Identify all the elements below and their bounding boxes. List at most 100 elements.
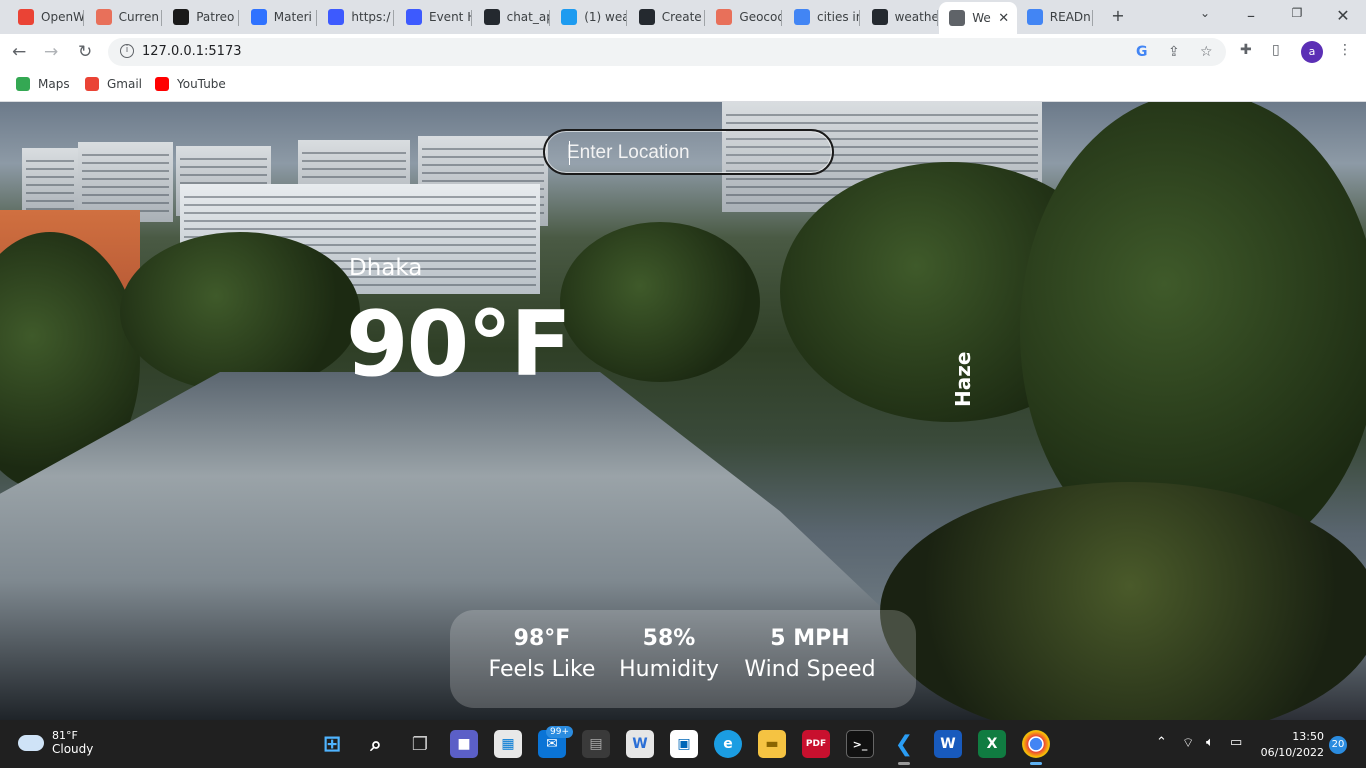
tab-separator <box>393 10 395 26</box>
bookmark-label: Maps <box>38 77 70 91</box>
weather-desc: Cloudy <box>52 742 94 756</box>
tree <box>120 232 360 392</box>
word-icon[interactable]: W <box>934 730 962 758</box>
share-icon[interactable]: ⇪ <box>1168 44 1180 60</box>
tab-label: Geocod <box>739 10 783 24</box>
tab-0[interactable]: OpenW <box>8 4 84 30</box>
weather-temp: 81°F <box>52 729 78 742</box>
address-bar[interactable]: i 127.0.0.1:5173 G ⇪ ☆ <box>108 38 1226 66</box>
wifi-icon[interactable]: ⌔ <box>1182 735 1194 751</box>
bookmark-label: YouTube <box>177 77 226 91</box>
tab-label: https:/ <box>351 10 391 24</box>
location-search[interactable] <box>543 129 834 175</box>
stat-label: Feels Like <box>488 657 596 682</box>
time: 13:50 <box>1292 730 1324 743</box>
back-icon[interactable]: ← <box>12 42 26 62</box>
reload-icon[interactable]: ↻ <box>78 42 92 62</box>
tab-6[interactable]: chat_ap <box>474 4 550 30</box>
mail-badge: 99+ <box>546 726 573 738</box>
start-icon[interactable]: ⊞ <box>318 730 346 758</box>
new-tab-icon[interactable]: + <box>1107 6 1129 25</box>
teams-icon[interactable]: ■ <box>450 730 478 758</box>
tab-13[interactable]: READn <box>1017 4 1093 30</box>
gmail-icon <box>18 9 34 25</box>
weather-condition: Haze <box>951 351 975 407</box>
github-icon <box>483 9 500 25</box>
riverbank <box>880 482 1366 720</box>
tab-4[interactable]: https:/ <box>318 4 395 30</box>
text-cursor <box>569 141 570 165</box>
forward-icon[interactable]: → <box>44 42 58 62</box>
chrome-icon[interactable] <box>1022 730 1050 758</box>
taskbar-weather[interactable]: 81°F Cloudy <box>18 729 93 756</box>
extensions-icon[interactable]: ✚ <box>1240 42 1252 58</box>
tab-separator <box>238 10 240 26</box>
bookmark-gmail[interactable]: Gmail <box>85 77 142 91</box>
minimize-icon[interactable]: – <box>1240 6 1262 25</box>
running-app-indicator <box>898 762 910 765</box>
tab-label: Create <box>661 10 702 24</box>
tab-label: READn <box>1049 10 1091 24</box>
restore-icon[interactable]: ❐ <box>1286 6 1308 20</box>
battery-icon[interactable]: ▭ <box>1230 735 1242 750</box>
url-text: 127.0.0.1:5173 <box>142 44 242 59</box>
site-info-icon[interactable]: i <box>120 44 134 58</box>
github-icon <box>871 9 888 25</box>
bookmark-star-icon[interactable]: ☆ <box>1200 44 1213 60</box>
store-icon[interactable]: ▦ <box>494 730 522 758</box>
close-tab-icon[interactable]: ✕ <box>998 11 1009 26</box>
globe-icon <box>949 10 966 26</box>
tab-11[interactable]: weathe <box>862 4 938 30</box>
notification-badge[interactable]: 20 <box>1329 736 1347 754</box>
stat-value: 5 MPH <box>770 626 850 651</box>
tab-label: (1) wea <box>584 10 628 24</box>
clock[interactable]: 13:50 06/10/2022 <box>1260 729 1324 761</box>
google-lens-icon[interactable]: G <box>1136 44 1148 60</box>
stat-wind-speed: 5 MPH Wind Speed <box>734 626 886 682</box>
terminal-icon[interactable]: >_ <box>846 730 874 758</box>
task-view-icon[interactable]: ❐ <box>406 730 434 758</box>
tree <box>560 222 760 382</box>
search-icon[interactable]: ⌕ <box>362 730 390 758</box>
pdf-icon[interactable]: PDF <box>802 730 830 758</box>
volume-icon[interactable]: 🔈︎ <box>1206 735 1214 750</box>
bookmark-youtube[interactable]: YouTube <box>155 77 226 91</box>
chevron-up-icon[interactable]: ⌃ <box>1156 735 1167 750</box>
browser-toolbar: ← → ↻ i 127.0.0.1:5173 G ⇪ ☆ ✚ ▯ a ⋮ <box>0 34 1366 70</box>
tab-label: weathe <box>894 10 938 24</box>
stat-value: 58% <box>642 626 696 651</box>
menu-icon[interactable]: ⋮ <box>1338 42 1352 58</box>
google-icon <box>1026 9 1043 25</box>
tab-label: cities ir <box>817 10 860 24</box>
news-icon[interactable]: ▣ <box>670 730 698 758</box>
temperature: 90°F <box>346 292 572 397</box>
excel-icon[interactable]: X <box>978 730 1006 758</box>
youtube-icon <box>155 77 169 91</box>
tab-1[interactable]: Curren <box>86 4 162 30</box>
tab-9[interactable]: Geocod <box>706 4 783 30</box>
bookmark-maps[interactable]: Maps <box>16 77 70 91</box>
edge-icon[interactable]: e <box>714 730 742 758</box>
side-panel-icon[interactable]: ▯ <box>1272 42 1280 58</box>
calculator-icon[interactable]: ▤ <box>582 730 610 758</box>
tab-10[interactable]: cities ir <box>784 4 860 30</box>
tab-5[interactable]: Event H <box>396 4 472 30</box>
tab-12[interactable]: We ✕ <box>939 2 1018 34</box>
avatar[interactable]: a <box>1301 41 1323 63</box>
location-input[interactable] <box>567 139 817 167</box>
tab-search-icon[interactable]: ⌄ <box>1194 6 1216 20</box>
weather-stats-panel: 98°F Feels Like 58% Humidity 5 MPH Wind … <box>450 610 916 708</box>
tab-2[interactable]: Patreo <box>163 4 240 30</box>
material-icon <box>250 9 267 25</box>
tab-separator <box>1091 10 1093 26</box>
tab-7[interactable]: (1) wea <box>551 4 628 30</box>
maps-icon <box>16 77 30 91</box>
file-explorer-icon[interactable]: ▬ <box>758 730 786 758</box>
writer-icon[interactable]: W <box>626 730 654 758</box>
tab-separator <box>471 10 472 26</box>
tab-8[interactable]: Create <box>629 4 705 30</box>
tab-3[interactable]: Materi <box>241 4 317 30</box>
close-window-icon[interactable]: ✕ <box>1332 6 1354 25</box>
tab-label: Materi <box>273 10 312 24</box>
vscode-icon[interactable]: ❮ <box>890 730 918 758</box>
